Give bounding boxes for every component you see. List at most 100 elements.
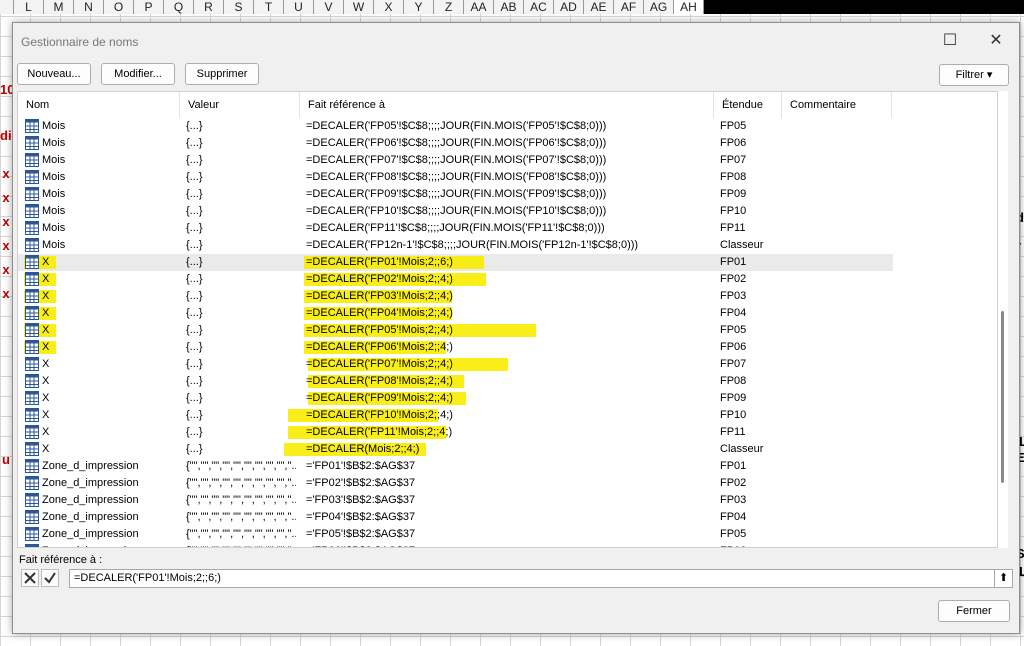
collapse-dialog-button[interactable]: ⬆ (994, 570, 1012, 587)
named-range-icon (25, 289, 39, 303)
column-header-n[interactable]: N (74, 0, 104, 14)
confirm-edit-button[interactable] (41, 569, 59, 587)
row-ref: =DECALER('FP01'!Mois;2;;6;) (306, 256, 453, 268)
row-value: {"","","","","","","","","","... (186, 477, 296, 489)
name-row[interactable]: Mois {...} =DECALER('FP10'!$C$8;;;;JOUR(FI… (18, 203, 893, 220)
row-ref: =DECALER('FP11'!Mois;2;;4;) (306, 426, 453, 438)
column-header-l[interactable]: L (14, 0, 44, 14)
close-button[interactable]: Fermer (938, 600, 1010, 622)
named-range-icon (25, 153, 39, 167)
row-scope: FP03 (720, 494, 747, 506)
row-name: X (42, 426, 50, 438)
column-header-r[interactable]: R (194, 0, 224, 14)
column-header-y[interactable]: Y (404, 0, 434, 14)
name-row[interactable]: X {...} =DECALER('FP10'!Mois;2;;4;) FP10 (18, 407, 893, 424)
filter-button[interactable]: Filtrer ▾ (939, 64, 1009, 86)
column-header-ah[interactable]: AH (674, 0, 704, 14)
column-header-ac[interactable]: AC (524, 0, 554, 14)
cancel-edit-button[interactable] (21, 569, 39, 587)
name-row[interactable]: Zone_d_impression {"","","","","","","","… (18, 526, 893, 543)
row-ref: =DECALER('FP09'!Mois;2;;4;) (306, 392, 453, 404)
maximize-button[interactable]: ☐ (935, 29, 965, 53)
named-range-icon (25, 425, 39, 439)
column-header-ae[interactable]: AE (584, 0, 614, 14)
vertical-scrollbar[interactable] (998, 91, 1008, 548)
column-header-aa[interactable]: AA (464, 0, 494, 14)
name-row[interactable]: Mois {...} =DECALER('FP09'!$C$8;;;;JOUR(FI… (18, 186, 893, 203)
header-refers-to[interactable]: Fait référence à (300, 92, 714, 118)
name-row[interactable]: X {...} =DECALER('FP04'!Mois;2;;4;) FP04 (18, 305, 893, 322)
column-header-q[interactable]: Q (164, 0, 194, 14)
refers-to-value: =DECALER('FP01'!Mois;2;;6;) (74, 572, 221, 584)
name-row[interactable]: Zone_d_impression {"","","","","","","","… (18, 509, 893, 526)
row-value: {"","","","","","","","","","... (186, 528, 296, 540)
row-value: {"","","","","","","","","","... (186, 460, 296, 472)
name-row[interactable]: Mois {...} =DECALER('FP06'!$C$8;;;;JOUR(FI… (18, 135, 893, 152)
column-header-w[interactable]: W (344, 0, 374, 14)
row-name: Zone_d_impression (42, 494, 139, 506)
row-value: {...} (186, 392, 203, 404)
column-header-u[interactable]: U (284, 0, 314, 14)
names-list[interactable]: Nom Valeur Fait référence à Étendue Comm… (17, 91, 998, 548)
name-row[interactable]: Zone_d_impression {"","","","","","","","… (18, 492, 893, 509)
name-row[interactable]: Zone_d_impression {"","","","","","","","… (18, 458, 893, 475)
name-row[interactable]: Zone_d_impression {"","","","","","","","… (18, 543, 893, 547)
column-header-ab[interactable]: AB (494, 0, 524, 14)
row-value: {...} (186, 375, 203, 387)
column-header-t[interactable]: T (254, 0, 284, 14)
column-header-af[interactable]: AF (614, 0, 644, 14)
column-header-ag[interactable]: AG (644, 0, 674, 14)
row-scope: Classeur (720, 239, 764, 251)
row-name: Mois (42, 205, 66, 217)
scrollbar-thumb[interactable] (1001, 311, 1004, 483)
maximize-icon: ☐ (942, 32, 958, 49)
column-header-s[interactable]: S (224, 0, 254, 14)
header-comment[interactable]: Commentaire (782, 92, 892, 118)
header-scope[interactable]: Étendue (714, 92, 782, 118)
name-row[interactable]: X {...} =DECALER('FP05'!Mois;2;;4;) FP05 (18, 322, 893, 339)
name-row[interactable]: X {...} =DECALER('FP09'!Mois;2;;4;) FP09 (18, 390, 893, 407)
name-row[interactable]: X {...} =DECALER('FP01'!Mois;2;;6;) FP01 (18, 254, 893, 271)
row-name: Mois (42, 171, 66, 183)
row-scope: FP04 (720, 307, 747, 319)
name-row[interactable]: X {...} =DECALER('FP02'!Mois;2;;4;) FP02 (18, 271, 893, 288)
edit-button[interactable]: Modifier... (101, 63, 175, 85)
column-header-m[interactable]: M (44, 0, 74, 14)
name-row[interactable]: X {...} =DECALER('FP06'!Mois;2;;4;) FP06 (18, 339, 893, 356)
column-header-p[interactable]: P (134, 0, 164, 14)
new-button[interactable]: Nouveau... (17, 63, 91, 85)
row-ref: =DECALER('FP05'!Mois;2;;4;) (306, 324, 453, 336)
named-range-icon (25, 187, 39, 201)
name-row[interactable]: Mois {...} =DECALER('FP08'!$C$8;;;;JOUR(FI… (18, 169, 893, 186)
row-value: {...} (186, 137, 203, 149)
column-header-ad[interactable]: AD (554, 0, 584, 14)
name-row[interactable]: X {...} =DECALER('FP07'!Mois;2;;4;) FP07 (18, 356, 893, 373)
header-value[interactable]: Valeur (180, 92, 300, 118)
name-row[interactable]: Zone_d_impression {"","","","","","","","… (18, 475, 893, 492)
column-header-x[interactable]: X (374, 0, 404, 14)
named-range-icon (25, 204, 39, 218)
row-value: {...} (186, 222, 203, 234)
row-scope: FP08 (720, 171, 747, 183)
close-icon: ✕ (989, 32, 1003, 49)
refers-to-input[interactable]: =DECALER('FP01'!Mois;2;;6;) ⬆ (69, 569, 1013, 588)
close-window-button[interactable]: ✕ (981, 29, 1011, 53)
name-row[interactable]: X {...} =DECALER('FP11'!Mois;2;;4;) FP11 (18, 424, 893, 441)
delete-button[interactable]: Supprimer (185, 63, 259, 85)
name-row[interactable]: X {...} =DECALER(Mois;2;;4;) Classeur (18, 441, 893, 458)
name-row[interactable]: X {...} =DECALER('FP03'!Mois;2;;4;) FP03 (18, 288, 893, 305)
row-scope: FP09 (720, 188, 747, 200)
name-row[interactable]: X {...} =DECALER('FP08'!Mois;2;;4;) FP08 (18, 373, 893, 390)
column-header-o[interactable]: O (104, 0, 134, 14)
name-row[interactable]: Mois {...} =DECALER('FP05'!$C$8;;;;JOUR(FI… (18, 118, 893, 135)
name-row[interactable]: Mois {...} =DECALER('FP11'!$C$8;;;;JOUR(FI… (18, 220, 893, 237)
named-range-icon (25, 544, 39, 547)
header-name[interactable]: Nom (18, 92, 180, 118)
name-row[interactable]: Mois {...} =DECALER('FP12n-1'!$C$8;;;;JOUR… (18, 237, 893, 254)
row-ref: =DECALER('FP02'!Mois;2;;4;) (306, 273, 453, 285)
left-cell-mark: x (2, 286, 10, 301)
column-header-z[interactable]: Z (434, 0, 464, 14)
row-scope: FP11 (720, 222, 746, 234)
column-header-v[interactable]: V (314, 0, 344, 14)
name-row[interactable]: Mois {...} =DECALER('FP07'!$C$8;;;;JOUR(FI… (18, 152, 893, 169)
